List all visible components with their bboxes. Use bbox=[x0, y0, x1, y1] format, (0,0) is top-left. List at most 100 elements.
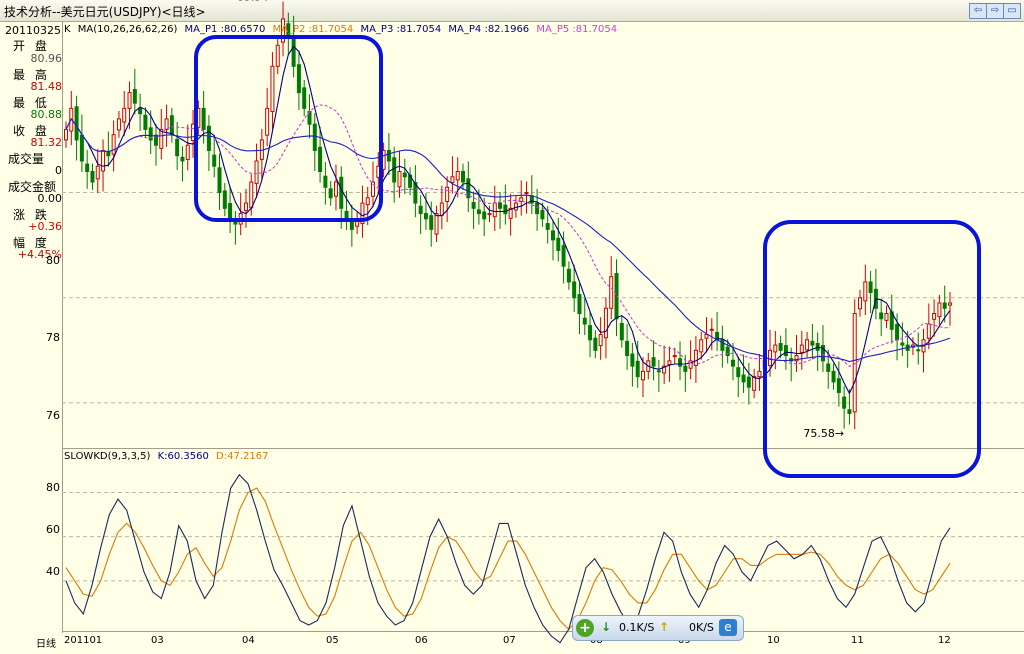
candle-body bbox=[535, 202, 540, 215]
candle-body bbox=[603, 307, 608, 339]
candle-body bbox=[328, 188, 333, 199]
candle-body bbox=[291, 35, 296, 67]
kd-d-line bbox=[65, 487, 951, 631]
candle-body bbox=[397, 170, 402, 188]
kd-tick-label: 40 bbox=[46, 565, 60, 578]
candle-body bbox=[773, 344, 778, 353]
low-price-annotation: 75.58→ bbox=[803, 427, 844, 440]
candle-body bbox=[143, 114, 148, 130]
candle-body bbox=[826, 363, 831, 372]
candle-body bbox=[842, 396, 847, 409]
candle-body bbox=[270, 65, 275, 113]
candle-body bbox=[180, 156, 185, 162]
candle-body bbox=[132, 88, 137, 104]
candle-body bbox=[212, 154, 217, 167]
candle-body bbox=[852, 313, 857, 413]
candle-body bbox=[746, 376, 751, 388]
candle-body bbox=[450, 176, 455, 184]
ma-p1-label: MA_P1 :80.6570 bbox=[184, 24, 266, 35]
candle-body bbox=[778, 342, 783, 351]
candle-body bbox=[556, 237, 561, 251]
candle-body bbox=[386, 149, 391, 162]
month-tick-label: 12 bbox=[938, 635, 951, 646]
candle-body bbox=[736, 367, 741, 378]
candle-body bbox=[445, 186, 450, 202]
candle-body bbox=[243, 202, 248, 211]
candle-body bbox=[699, 339, 704, 353]
candle-body bbox=[101, 149, 106, 172]
network-status-widget[interactable]: + ↓ 0.1K/S ↑ 0K/S e bbox=[572, 615, 744, 641]
browser-icon[interactable]: e bbox=[719, 619, 737, 636]
candle-body bbox=[339, 176, 344, 209]
candle-body bbox=[127, 92, 132, 109]
candle-body bbox=[550, 230, 555, 241]
month-tick-label: 11 bbox=[851, 635, 864, 646]
candle-body bbox=[757, 370, 762, 378]
candle-body bbox=[625, 340, 630, 357]
candle-body bbox=[805, 339, 810, 351]
candle-body bbox=[323, 175, 328, 188]
candle-body bbox=[651, 357, 656, 367]
candle-body bbox=[434, 213, 439, 235]
price-tick-label: 80 bbox=[46, 254, 60, 267]
candle-body bbox=[598, 334, 603, 347]
candle-body bbox=[333, 181, 338, 197]
candle-body bbox=[916, 349, 921, 352]
candle-body bbox=[206, 125, 211, 151]
candle-body bbox=[492, 202, 497, 218]
candle-body bbox=[64, 128, 68, 141]
candle-body bbox=[879, 312, 884, 320]
candle-body bbox=[635, 360, 640, 378]
month-tick-label: 03 bbox=[151, 635, 164, 646]
candle-body bbox=[884, 313, 889, 321]
candle-body bbox=[233, 221, 238, 225]
candle-body bbox=[783, 345, 788, 357]
candle-body bbox=[672, 355, 677, 358]
candle-body bbox=[169, 115, 174, 136]
month-tick-label: 07 bbox=[503, 635, 516, 646]
candle-body bbox=[201, 107, 206, 130]
kd-legend-name: SLOWKD(9,3,3,5) bbox=[64, 451, 151, 462]
download-speed: 0.1K/S bbox=[619, 621, 655, 634]
candle-body bbox=[609, 276, 614, 309]
ma-long-line bbox=[65, 117, 951, 363]
candle-body bbox=[423, 213, 428, 220]
kd-tick-label: 80 bbox=[46, 481, 60, 494]
candle-body bbox=[588, 325, 593, 341]
candle-body bbox=[228, 203, 233, 220]
candle-body bbox=[471, 202, 476, 209]
candle-body bbox=[863, 281, 868, 302]
month-tick-label: 04 bbox=[242, 635, 255, 646]
upload-speed: 0K/S bbox=[689, 621, 714, 634]
candle-body bbox=[630, 353, 635, 367]
kd-tick-label: 60 bbox=[46, 523, 60, 536]
candle-body bbox=[513, 202, 518, 211]
ma-legend: K MA(10,26,26,62,26) MA_P1 :80.6570 MA_P… bbox=[64, 24, 621, 35]
upload-arrow-icon: ↑ bbox=[659, 620, 670, 634]
ma-mid-line bbox=[65, 104, 951, 368]
candle-body bbox=[656, 370, 661, 373]
candle-body bbox=[683, 365, 688, 372]
candle-body bbox=[95, 165, 100, 180]
candle-body bbox=[577, 294, 582, 315]
price-tick-label: 78 bbox=[46, 331, 60, 344]
candle-body bbox=[572, 281, 577, 299]
candle-body bbox=[667, 360, 672, 366]
candle-body bbox=[476, 209, 481, 215]
candle-body bbox=[90, 170, 95, 183]
candle-body bbox=[932, 313, 937, 320]
candle-body bbox=[461, 170, 466, 183]
candle-body bbox=[175, 138, 180, 157]
ma-legend-prefix: K bbox=[64, 24, 71, 35]
download-arrow-icon: ↓ bbox=[601, 620, 612, 634]
candle-body bbox=[540, 209, 545, 220]
ma-p4-label: MA_P4 :82.1966 bbox=[448, 24, 530, 35]
candle-body bbox=[926, 323, 931, 339]
add-icon[interactable]: + bbox=[576, 619, 594, 637]
candle-body bbox=[868, 281, 873, 293]
candle-body bbox=[318, 146, 323, 172]
candle-body bbox=[365, 197, 370, 206]
chart-canvas[interactable]: 85.54→ 75.58→ bbox=[0, 0, 1024, 654]
ma-p5-label: MA_P5 :81.7054 bbox=[536, 24, 618, 35]
candle-body bbox=[116, 118, 121, 131]
